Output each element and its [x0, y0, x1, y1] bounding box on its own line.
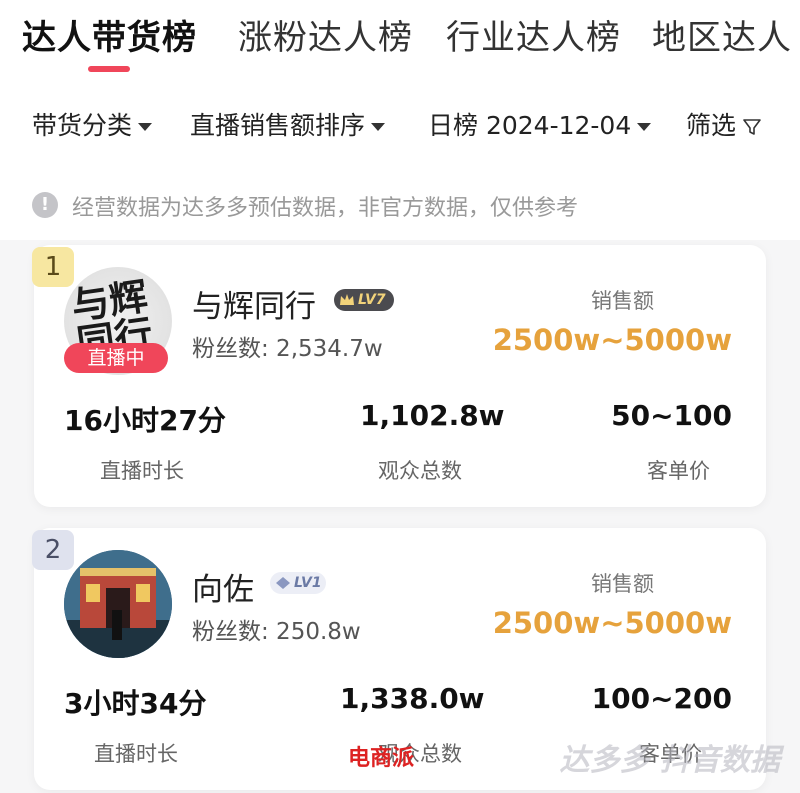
fans-count: 粉丝数: 250.8w	[192, 619, 361, 645]
filter-button[interactable]: 筛选	[686, 106, 762, 142]
tab-fans-growth-ranking[interactable]: 涨粉达人榜	[238, 10, 413, 59]
watermark: 达多多 抖音数据	[559, 743, 780, 778]
avatar-building-image	[64, 550, 172, 658]
chevron-down-icon	[138, 123, 153, 131]
sales-value: 2500w~5000w	[492, 323, 732, 357]
active-tab-indicator	[88, 66, 130, 72]
live-duration-label: 直播时长	[94, 742, 178, 766]
brand-logo: 电商派	[348, 746, 415, 771]
live-duration-label: 直播时长	[100, 459, 184, 483]
level-badge: LV7	[334, 289, 394, 311]
rank-badge: 1	[32, 247, 74, 287]
tab-sales-ranking[interactable]: 达人带货榜	[22, 10, 197, 59]
info-icon: !	[32, 192, 58, 218]
viewers-value: 1,338.0w	[340, 682, 485, 715]
live-duration-value: 16小时27分	[64, 404, 226, 437]
live-status-badge[interactable]: 直播中	[64, 343, 168, 373]
avg-order-value: 50~100	[611, 399, 732, 432]
level-badge: LV1	[270, 572, 326, 594]
date-dropdown[interactable]: 日榜 2024-12-04	[428, 106, 652, 142]
filter-bar: 带货分类 直播销售额排序 日榜 2024-12-04 筛选	[0, 80, 800, 170]
streamer-name[interactable]: 与辉同行	[192, 281, 316, 326]
live-duration-value: 3小时34分	[64, 687, 207, 720]
viewers-label: 观众总数	[378, 459, 462, 483]
streamer-name[interactable]: 向佐	[192, 564, 254, 609]
sort-dropdown-label: 直播销售额排序	[190, 111, 366, 140]
sales-label: 销售额	[591, 572, 654, 596]
sales-value: 2500w~5000w	[492, 606, 732, 640]
sales-label: 销售额	[591, 289, 654, 313]
avg-order-value: 100~200	[591, 682, 732, 715]
avg-order-label: 客单价	[647, 459, 710, 483]
date-dropdown-label: 日榜 2024-12-04	[428, 111, 632, 140]
sort-dropdown[interactable]: 直播销售额排序	[190, 106, 386, 142]
chevron-down-icon	[371, 123, 386, 131]
fans-count: 粉丝数: 2,534.7w	[192, 336, 383, 362]
ranking-tabs: 达人带货榜 涨粉达人榜 行业达人榜 地区达人	[0, 0, 800, 80]
chevron-down-icon	[637, 123, 652, 131]
tab-industry-ranking[interactable]: 行业达人榜	[446, 10, 621, 59]
ranking-card[interactable]: 1 与辉同行 直播中 与辉同行 LV7 粉丝数: 2,534.7w 销售额 25…	[32, 245, 766, 507]
avatar[interactable]	[64, 550, 172, 658]
level-text: LV1	[294, 575, 322, 591]
tab-region-ranking[interactable]: 地区达人	[652, 10, 792, 59]
funnel-icon	[743, 119, 761, 135]
category-dropdown[interactable]: 带货分类	[32, 106, 153, 142]
level-text: LV7	[358, 292, 386, 308]
data-disclaimer: ! 经营数据为达多多预估数据，非官方数据，仅供参考	[0, 170, 800, 240]
diamond-icon	[276, 577, 290, 589]
rank-badge: 2	[32, 530, 74, 570]
crown-icon	[340, 294, 354, 305]
disclaimer-text: 经营数据为达多多预估数据，非官方数据，仅供参考	[72, 196, 579, 221]
viewers-value: 1,102.8w	[360, 399, 505, 432]
filter-button-label: 筛选	[686, 111, 737, 140]
category-dropdown-label: 带货分类	[32, 111, 133, 140]
